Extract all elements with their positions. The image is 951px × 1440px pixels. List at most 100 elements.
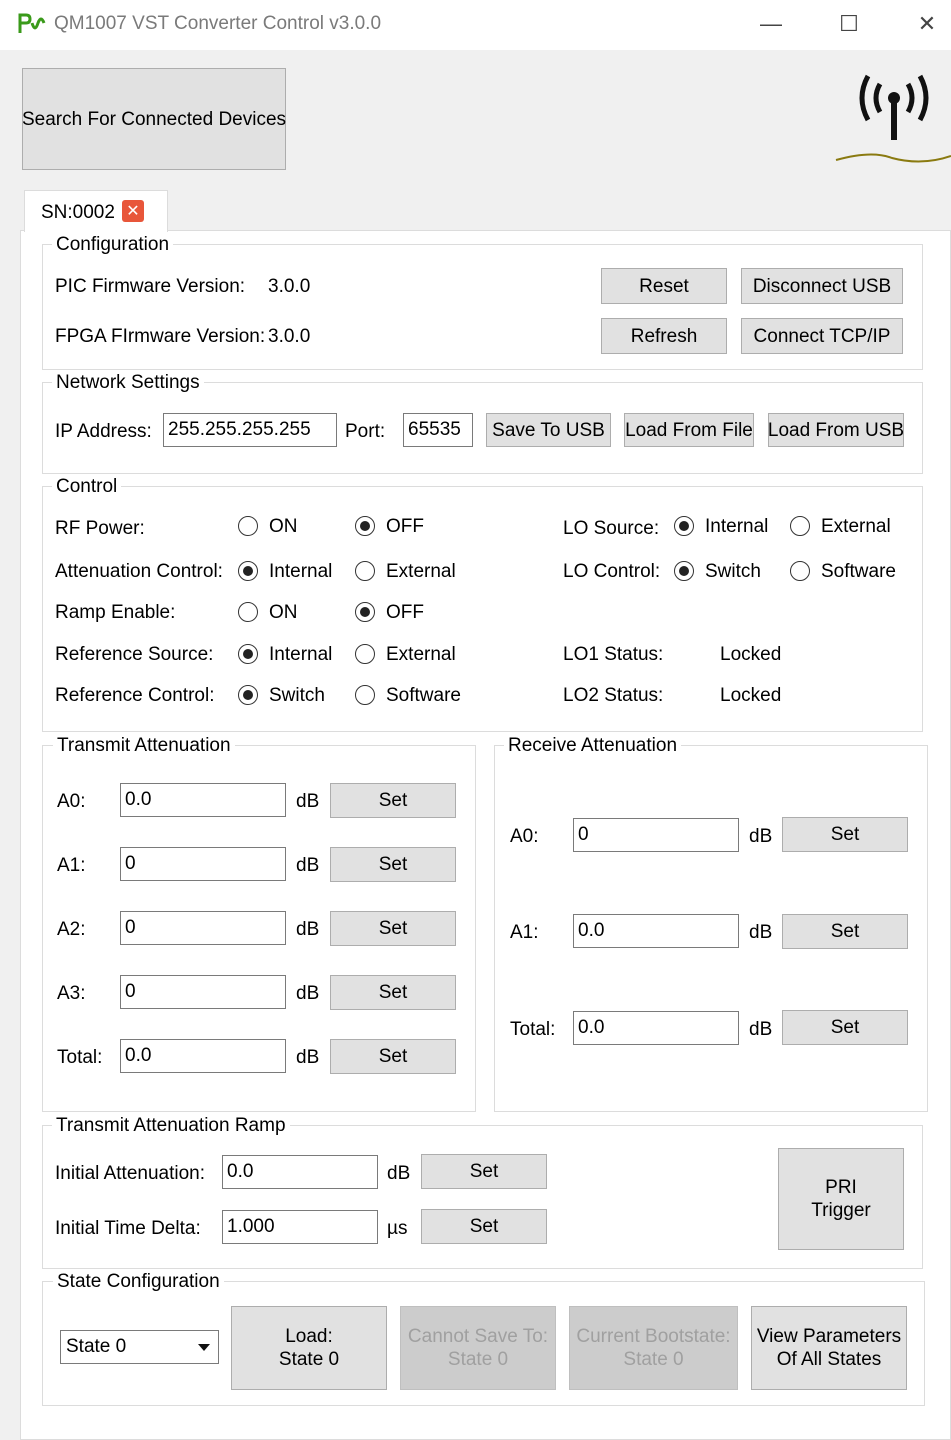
lo-control-software-label: Software — [821, 561, 896, 582]
transmit-a1-set-button[interactable]: Set — [330, 847, 456, 882]
receive-a1-unit: dB — [749, 922, 773, 943]
initial-time-delta-input[interactable]: 1.000 — [222, 1210, 378, 1244]
reference-control-label: Reference Control: — [55, 685, 215, 706]
receive-a0-input[interactable]: 0 — [573, 818, 739, 852]
transmit-a2-input[interactable]: 0 — [120, 911, 286, 945]
receive-a0-set-button[interactable]: Set — [782, 817, 908, 852]
bootstate-button[interactable]: Current Bootstate: State 0 — [569, 1306, 738, 1390]
transmit-total-unit: dB — [296, 1047, 320, 1068]
lo2-status-value: Locked — [720, 685, 782, 706]
receive-a0-label: A0: — [510, 826, 539, 847]
pri-trigger-button[interactable]: PRI Trigger — [778, 1148, 904, 1250]
rf-power-on-label: ON — [269, 516, 298, 537]
lo-control-software-radio[interactable] — [790, 561, 810, 581]
bootstate-line1: Current Bootstate: — [576, 1326, 731, 1347]
transmit-a3-label: A3: — [57, 983, 86, 1004]
pic-firmware-value: 3.0.0 — [268, 276, 311, 297]
initial-time-delta-label: Initial Time Delta: — [55, 1218, 201, 1239]
attenuation-external-label: External — [386, 561, 456, 582]
attenuation-internal-radio[interactable] — [238, 561, 258, 581]
transmit-a0-set-button[interactable]: Set — [330, 783, 456, 818]
transmit-a0-input[interactable]: 0.0 — [120, 783, 286, 817]
initial-attenuation-input[interactable]: 0.0 — [222, 1155, 378, 1189]
rf-power-off-radio[interactable] — [355, 516, 375, 536]
rf-power-label: RF Power: — [55, 518, 145, 539]
initial-attenuation-set-button[interactable]: Set — [421, 1154, 547, 1189]
attenuation-control-label: Attenuation Control: — [55, 561, 223, 582]
port-input[interactable]: 65535 — [403, 413, 473, 447]
save-state-button[interactable]: Cannot Save To: State 0 — [400, 1306, 556, 1390]
load-state-line1: Load: — [285, 1326, 333, 1347]
refresh-button[interactable]: Refresh — [601, 318, 727, 354]
ramp-off-label: OFF — [386, 602, 424, 623]
port-label: Port: — [345, 421, 386, 442]
transmit-total-set-button[interactable]: Set — [330, 1039, 456, 1074]
close-tab-icon[interactable]: ✕ — [122, 200, 144, 222]
receive-a0-unit: dB — [749, 826, 773, 847]
transmit-total-input[interactable]: 0.0 — [120, 1039, 286, 1073]
receive-a1-input[interactable]: 0.0 — [573, 914, 739, 948]
receive-total-input[interactable]: 0.0 — [573, 1011, 739, 1045]
view-parameters-line2: Of All States — [776, 1349, 882, 1370]
reference-internal-label: Internal — [269, 644, 333, 665]
load-state-button[interactable]: Load: State 0 — [231, 1306, 387, 1390]
transmit-a2-unit: dB — [296, 919, 320, 940]
tab-label: SN:0002 — [41, 202, 115, 223]
initial-time-delta-unit: µs — [387, 1218, 408, 1239]
load-state-line2: State 0 — [278, 1349, 340, 1370]
lo-control-switch-radio[interactable] — [674, 561, 694, 581]
connect-tcp-button[interactable]: Connect TCP/IP — [741, 318, 903, 354]
load-from-usb-button[interactable]: Load From USB — [768, 413, 904, 447]
rf-power-on-radio[interactable] — [238, 516, 258, 536]
view-parameters-line1: View Parameters — [756, 1326, 902, 1347]
initial-attenuation-unit: dB — [387, 1163, 411, 1184]
reference-software-radio[interactable] — [355, 685, 375, 705]
chevron-down-icon — [198, 1344, 210, 1351]
transmit-a3-set-button[interactable]: Set — [330, 975, 456, 1010]
state-select-value: State 0 — [66, 1336, 127, 1357]
receive-total-set-button[interactable]: Set — [782, 1010, 908, 1045]
reference-external-radio[interactable] — [355, 644, 375, 664]
transmit-a1-input[interactable]: 0 — [120, 847, 286, 881]
ramp-on-radio[interactable] — [238, 602, 258, 622]
disconnect-usb-button[interactable]: Disconnect USB — [741, 268, 903, 304]
reference-internal-radio[interactable] — [238, 644, 258, 664]
ip-address-input[interactable]: 255.255.255.255 — [163, 413, 337, 447]
initial-time-delta-set-button[interactable]: Set — [421, 1209, 547, 1244]
maximize-button[interactable]: ☐ — [826, 6, 872, 42]
load-from-file-button[interactable]: Load From File — [624, 413, 754, 447]
initial-attenuation-label: Initial Attenuation: — [55, 1163, 205, 1184]
fpga-firmware-label: FPGA FIrmware Version: — [55, 326, 266, 347]
reset-button[interactable]: Reset — [601, 268, 727, 304]
receive-a1-set-button[interactable]: Set — [782, 914, 908, 949]
lo-source-internal-radio[interactable] — [674, 516, 694, 536]
company-logo — [832, 62, 951, 188]
ramp-off-radio[interactable] — [355, 602, 375, 622]
ramp-on-label: ON — [269, 602, 298, 623]
attenuation-external-radio[interactable] — [355, 561, 375, 581]
ip-address-label: IP Address: — [55, 421, 152, 442]
search-devices-button[interactable]: Search For Connected Devices — [22, 68, 286, 170]
transmit-a1-unit: dB — [296, 855, 320, 876]
save-state-line1: Cannot Save To: — [407, 1326, 549, 1347]
pic-firmware-label: PIC Firmware Version: — [55, 276, 246, 297]
transmit-a3-input[interactable]: 0 — [120, 975, 286, 1009]
receive-a1-label: A1: — [510, 922, 539, 943]
lo-source-external-radio[interactable] — [790, 516, 810, 536]
transmit-a2-set-button[interactable]: Set — [330, 911, 456, 946]
lo-source-internal-label: Internal — [705, 516, 769, 537]
transmit-attenuation-legend: Transmit Attenuation — [53, 735, 235, 757]
transmit-a1-label: A1: — [57, 855, 86, 876]
lo1-status-value: Locked — [720, 644, 782, 665]
view-parameters-button[interactable]: View Parameters Of All States — [751, 1306, 907, 1390]
transmit-ramp-legend: Transmit Attenuation Ramp — [52, 1115, 290, 1137]
lo2-status-label: LO2 Status: — [563, 685, 664, 706]
tab-sn-0002[interactable]: SN:0002 ✕ — [24, 190, 168, 232]
reference-external-label: External — [386, 644, 456, 665]
reference-switch-radio[interactable] — [238, 685, 258, 705]
close-button[interactable]: ✕ — [904, 6, 950, 42]
window-title: QM1007 VST Converter Control v3.0.0 — [54, 13, 382, 34]
save-to-usb-button[interactable]: Save To USB — [486, 413, 611, 447]
minimize-button[interactable]: — — [748, 6, 794, 42]
state-select[interactable]: State 0 — [60, 1330, 219, 1364]
